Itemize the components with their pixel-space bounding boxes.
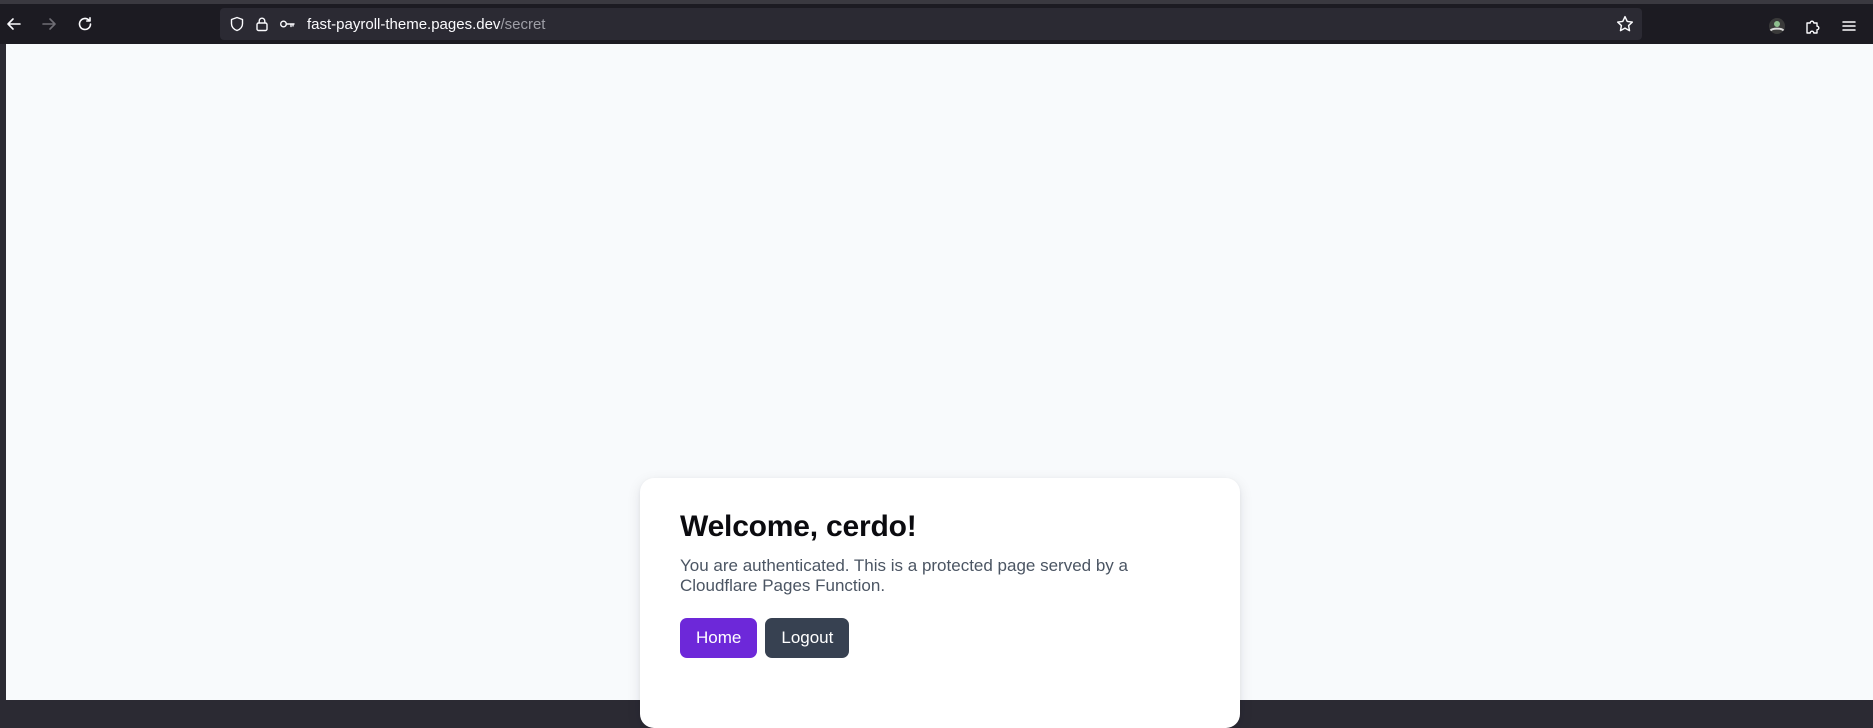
arrow-right-icon <box>42 18 56 30</box>
url-text[interactable]: fast-payroll-theme.pages.dev/secret <box>307 16 545 33</box>
welcome-card: Welcome, cerdo! You are authenticated. T… <box>640 478 1240 728</box>
forward-button[interactable] <box>36 11 62 37</box>
reload-button[interactable] <box>72 11 98 37</box>
reload-icon <box>78 17 92 31</box>
account-avatar-button[interactable] <box>1765 14 1789 38</box>
action-buttons: Home Logout <box>680 618 1200 658</box>
page-content: Welcome, cerdo! You are authenticated. T… <box>6 44 1873 728</box>
bookmark-star-button[interactable] <box>1616 15 1634 33</box>
tracking-protection-shield-icon[interactable] <box>229 16 245 32</box>
key-icon[interactable] <box>279 16 295 32</box>
avatar-icon <box>1769 18 1785 34</box>
star-icon <box>1616 15 1634 32</box>
auth-description: You are authenticated. This is a protect… <box>680 556 1128 595</box>
url-path: /secret <box>500 15 546 33</box>
hamburger-menu-icon <box>1842 21 1856 31</box>
app-menu-button[interactable] <box>1837 14 1861 38</box>
extensions-button[interactable] <box>1801 14 1825 38</box>
page-title: Welcome, cerdo! <box>680 510 917 543</box>
url-domain: fast-payroll-theme.pages.dev <box>307 15 501 33</box>
back-button[interactable] <box>1 11 27 37</box>
home-button[interactable]: Home <box>680 618 758 658</box>
lock-icon[interactable] <box>254 16 270 32</box>
puzzle-piece-icon <box>1806 20 1820 34</box>
browser-toolbar: fast-payroll-theme.pages.dev/secret <box>0 0 1873 44</box>
url-bar[interactable]: fast-payroll-theme.pages.dev/secret <box>220 8 1642 40</box>
logout-button[interactable]: Logout <box>765 618 850 658</box>
arrow-left-icon <box>7 18 21 30</box>
